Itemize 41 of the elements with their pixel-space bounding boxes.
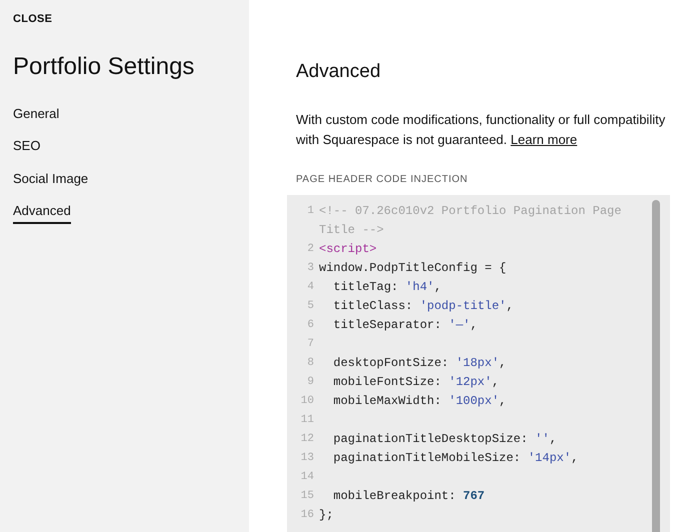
- code-line: titleTag: 'h4',: [332, 278, 442, 296]
- sidebar-item[interactable]: SEO: [13, 136, 40, 158]
- section-heading: Advanced: [296, 60, 381, 84]
- code-line: titleClass: 'podp-title',: [332, 298, 514, 314]
- line-number: 5: [306, 298, 315, 314]
- line-number: 3: [306, 260, 315, 276]
- code-line: mobileMaxWidth: '100px',: [332, 392, 508, 410]
- code-line: paginationTitleMobileSize: '14px',: [332, 450, 580, 466]
- code-line: mobileBreakpoint: 767: [332, 488, 486, 504]
- field-label: PAGE HEADER CODE INJECTION: [296, 172, 468, 186]
- line-number: 1: [306, 204, 315, 218]
- code-line: titleSeparator: '—',: [332, 316, 478, 334]
- code-line: desktopFontSize: '18px',: [332, 354, 508, 372]
- code-line: <script>: [319, 240, 378, 258]
- line-number: 9: [306, 374, 315, 390]
- line-number: 13: [300, 450, 315, 466]
- description-text: With custom code modifications, functionality or full compatibility with Squarespace is not guaranteed. Learn more: [296, 110, 666, 149]
- sidebar-item[interactable]: Social Image: [13, 168, 88, 191]
- code-editor[interactable]: [287, 194, 670, 532]
- code-line: <!-- 07.26c010v2 Portfolio Pagination Page Title -->: [319, 202, 622, 238]
- code-line: paginationTitleDesktopSize: '',: [332, 430, 558, 448]
- code-line: };: [319, 506, 334, 524]
- line-number: 7: [306, 336, 315, 352]
- code-line: mobileFontSize: '12px',: [332, 374, 500, 390]
- close-button[interactable]: CLOSE: [13, 11, 52, 28]
- sidebar-item[interactable]: General: [13, 104, 60, 126]
- learn-more-link[interactable]: Learn more: [510, 132, 578, 146]
- code-line: window.PodpTitleConfig = {: [319, 260, 508, 276]
- line-number: 16: [300, 508, 315, 522]
- line-number: 8: [306, 356, 315, 370]
- line-number: 14: [300, 470, 315, 484]
- line-number: 11: [300, 412, 315, 428]
- line-number: 4: [306, 280, 315, 294]
- line-number: 10: [300, 394, 315, 408]
- line-number: 12: [300, 432, 315, 446]
- sidebar-item[interactable]: Advanced: [13, 201, 71, 224]
- sidebar-title: Portfolio Settings: [13, 52, 194, 82]
- line-number: 6: [306, 318, 315, 332]
- line-number: 2: [306, 242, 315, 256]
- scrollbar-thumb[interactable]: [652, 200, 660, 532]
- line-number: 15: [300, 488, 315, 504]
